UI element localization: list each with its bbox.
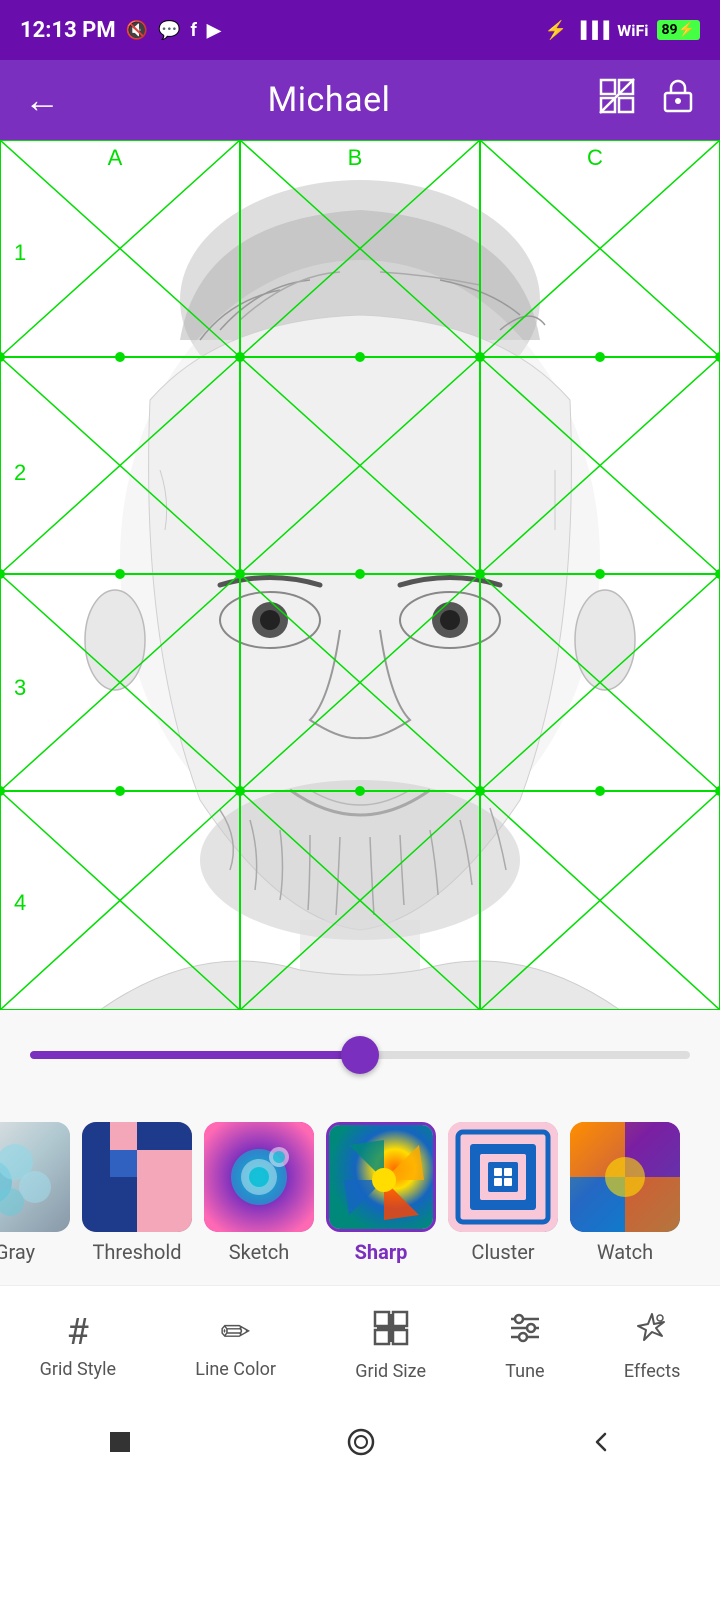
- status-bar: 12:13 PM 🔇 💬 f ▶ ⚡ ▐▐▐ WiFi 89⚡: [0, 0, 720, 60]
- nav-label-effects: Effects: [624, 1361, 681, 1382]
- grid-size-icon: [373, 1310, 409, 1355]
- youtube-icon: ▶: [207, 20, 221, 41]
- effect-item-cluster[interactable]: Cluster: [448, 1122, 558, 1264]
- lock-icon[interactable]: [660, 77, 696, 124]
- time: 12:13 PM: [20, 18, 116, 43]
- svg-text:C: C: [587, 145, 603, 170]
- status-left: 12:13 PM 🔇 💬 f ▶: [20, 18, 221, 43]
- nav-item-tune[interactable]: Tune: [505, 1310, 544, 1382]
- bluetooth-icon: ⚡: [545, 20, 567, 41]
- status-right: ⚡ ▐▐▐ WiFi 89⚡: [545, 20, 700, 41]
- effect-item-gray[interactable]: Gray: [0, 1122, 70, 1264]
- home-button[interactable]: [345, 1426, 377, 1465]
- signal-icon: ▐▐▐: [575, 20, 609, 40]
- effect-item-sketch[interactable]: Sketch: [204, 1122, 314, 1264]
- nav-item-effects[interactable]: Effects: [624, 1310, 681, 1382]
- effect-thumb-cluster: [448, 1122, 558, 1232]
- grid-style-icon: #: [67, 1311, 89, 1353]
- slider-fill: [30, 1051, 360, 1059]
- grid-toggle-icon[interactable]: [598, 77, 636, 124]
- effect-thumb-gray: [0, 1122, 70, 1232]
- nav-label-grid-size: Grid Size: [355, 1361, 426, 1382]
- effect-label-sharp: Sharp: [355, 1240, 408, 1264]
- stop-button[interactable]: [105, 1427, 135, 1464]
- effect-item-watch[interactable]: Watch: [570, 1122, 680, 1264]
- effect-item-sharp[interactable]: Sharp: [326, 1122, 436, 1264]
- nav-item-line-color[interactable]: ✏ Line Color: [195, 1311, 276, 1380]
- back-system-button[interactable]: [587, 1428, 615, 1463]
- tune-icon: [507, 1310, 543, 1355]
- wifi-icon: WiFi: [617, 21, 648, 40]
- svg-text:2: 2: [14, 460, 26, 485]
- svg-text:1: 1: [14, 240, 26, 265]
- page-title: Michael: [268, 80, 391, 120]
- effect-label-watch: Watch: [597, 1240, 653, 1264]
- nav-item-grid-size[interactable]: Grid Size: [355, 1310, 426, 1382]
- effect-label-sketch: Sketch: [229, 1240, 289, 1264]
- mute-icon: 🔇: [126, 20, 148, 41]
- line-color-icon: ✏: [221, 1311, 251, 1353]
- effect-label-cluster: Cluster: [471, 1240, 534, 1264]
- bottom-nav: # Grid Style ✏ Line Color Grid Size: [0, 1285, 720, 1405]
- svg-text:B: B: [348, 145, 363, 170]
- effect-thumb-sketch: [204, 1122, 314, 1232]
- nav-label-line-color: Line Color: [195, 1359, 276, 1380]
- message-icon: 💬: [158, 20, 180, 41]
- nav-label-tune: Tune: [505, 1361, 544, 1382]
- effect-label-threshold: Threshold: [92, 1240, 181, 1264]
- slider-section: [0, 1010, 720, 1100]
- toolbar: ← Michael: [0, 60, 720, 140]
- canvas-area: A B C 1 2 3 4: [0, 140, 720, 1010]
- nav-item-grid-style[interactable]: # Grid Style: [40, 1311, 116, 1380]
- svg-text:4: 4: [14, 890, 26, 915]
- effects-carousel: Gray Threshold: [0, 1100, 720, 1285]
- system-nav: [0, 1405, 720, 1485]
- effect-thumb-sharp: [326, 1122, 436, 1232]
- effect-item-threshold[interactable]: Threshold: [82, 1122, 192, 1264]
- facebook-icon: f: [190, 20, 196, 41]
- toolbar-icons: [598, 77, 696, 124]
- svg-text:A: A: [108, 145, 123, 170]
- effect-label-gray: Gray: [0, 1240, 35, 1264]
- nav-label-grid-style: Grid Style: [40, 1359, 116, 1380]
- effects-icon: [634, 1310, 670, 1355]
- effect-thumb-threshold: [82, 1122, 192, 1232]
- svg-text:3: 3: [14, 675, 26, 700]
- battery-icon: 89⚡: [657, 20, 701, 40]
- back-button[interactable]: ←: [24, 79, 60, 121]
- slider-track[interactable]: [30, 1051, 690, 1059]
- effect-thumb-watch: [570, 1122, 680, 1232]
- slider-thumb[interactable]: [341, 1036, 379, 1074]
